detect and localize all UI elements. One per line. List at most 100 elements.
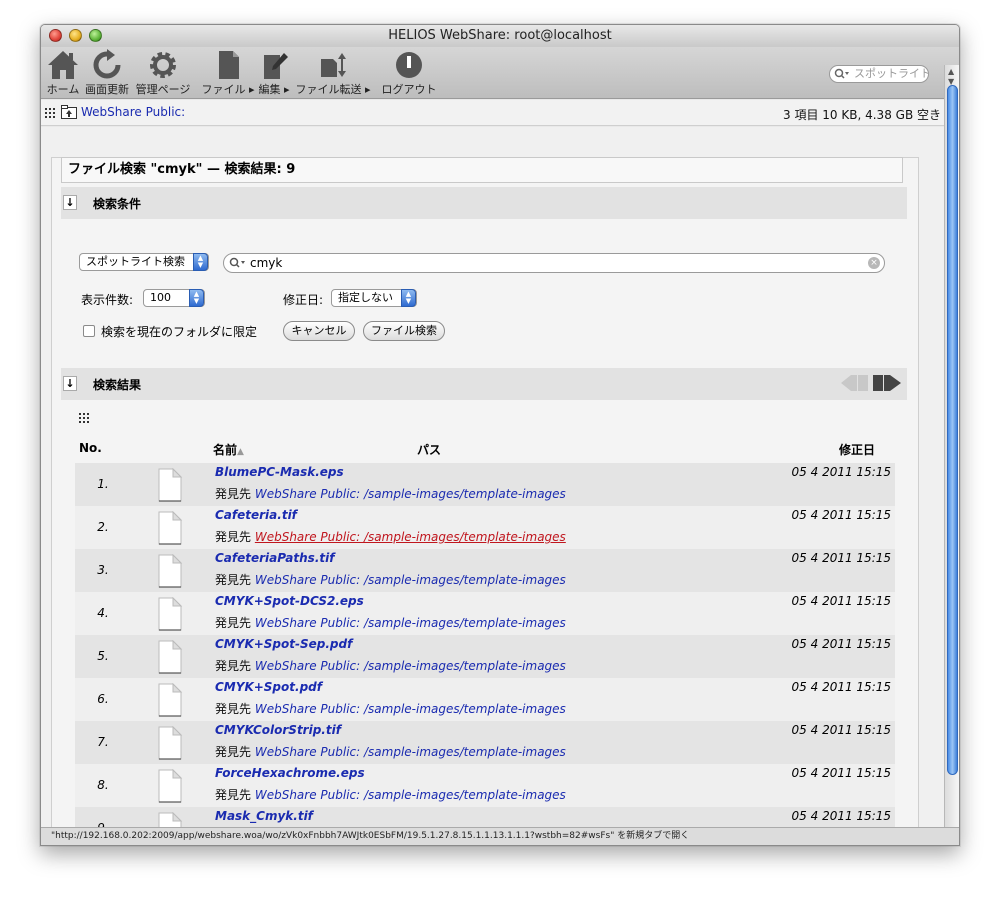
next-page-icon[interactable] bbox=[873, 375, 901, 391]
vertical-scrollbar[interactable]: ▲ ▼ bbox=[944, 65, 959, 827]
row-number: 3. bbox=[97, 563, 109, 577]
column-header-no[interactable]: No. bbox=[79, 441, 102, 455]
home-button[interactable]: ホーム bbox=[45, 49, 81, 97]
logout-button[interactable]: ログアウト bbox=[379, 49, 439, 97]
found-path-link[interactable]: WebShare Public: /sample-images/template… bbox=[255, 530, 566, 544]
refresh-icon bbox=[93, 49, 121, 79]
table-row[interactable]: 9.Mask_Cmyk.tif発見先 WebShare Public: /sam… bbox=[75, 807, 895, 829]
search-icon bbox=[834, 68, 849, 79]
found-location: 発見先 WebShare Public: /sample-images/temp… bbox=[215, 786, 566, 803]
status-bar: "http://192.168.0.202:2009/app/webshare.… bbox=[41, 827, 959, 845]
file-icon[interactable] bbox=[157, 683, 183, 717]
file-search-button[interactable]: ファイル検索 bbox=[363, 321, 445, 341]
collapse-criteria-button[interactable]: ↓ bbox=[63, 195, 77, 210]
file-transfer-icon bbox=[321, 53, 346, 77]
found-prefix: 発見先 bbox=[215, 616, 252, 630]
file-name-link[interactable]: BlumePC-Mask.eps bbox=[215, 465, 344, 479]
modified-date: 05 4 2011 15:15 bbox=[791, 766, 891, 780]
file-icon[interactable] bbox=[157, 640, 183, 674]
file-menu-button[interactable]: ファイル ▸ bbox=[201, 49, 255, 97]
minimize-window-button[interactable] bbox=[69, 29, 82, 42]
file-icon[interactable] bbox=[157, 769, 183, 803]
table-row[interactable]: 2. Cafeteria.tif 発見先 WebShare Public: /sam… bbox=[75, 506, 895, 549]
table-row[interactable]: 6. CMYK+Spot.pdf 発見先 WebShare Public: /sam… bbox=[75, 678, 895, 721]
column-header-date[interactable]: 修正日 bbox=[839, 441, 875, 458]
cancel-button[interactable]: キャンセル bbox=[283, 321, 355, 341]
home-icon bbox=[48, 51, 78, 79]
file-name-link[interactable]: Mask_Cmyk.tif bbox=[215, 809, 313, 823]
column-header-path[interactable]: パス bbox=[417, 441, 441, 458]
found-location: 発見先 WebShare Public: /sample-images/temp… bbox=[215, 571, 566, 588]
scroll-up-icon[interactable]: ▲ bbox=[948, 67, 954, 76]
limit-folder-checkbox[interactable] bbox=[83, 325, 95, 337]
row-number: 5. bbox=[97, 649, 109, 663]
stepper-arrows-icon: ▲ ▼ bbox=[193, 253, 208, 271]
file-name-link[interactable]: Cafeteria.tif bbox=[215, 508, 297, 522]
grid-view-icon[interactable] bbox=[45, 108, 55, 118]
count-select[interactable]: 100 ▲ ▼ bbox=[143, 289, 205, 307]
found-prefix: 発見先 bbox=[215, 530, 252, 544]
modified-date: 05 4 2011 15:15 bbox=[791, 637, 891, 651]
table-row[interactable]: 1. BlumePC-Mask.eps 発見先 WebShare Public: /… bbox=[75, 463, 895, 506]
file-name-link[interactable]: CMYK+Spot-DCS2.eps bbox=[215, 594, 364, 608]
results-section-bar: ↓ 検索結果 bbox=[61, 368, 907, 400]
toolbar-search-input[interactable]: スポットライト bbox=[829, 65, 929, 83]
query-input[interactable]: cmyk × bbox=[223, 253, 885, 273]
table-row[interactable]: 5. CMYK+Spot-Sep.pdf 発見先 WebShare Public: … bbox=[75, 635, 895, 678]
file-icon[interactable] bbox=[157, 726, 183, 760]
column-header-name[interactable]: 名前▲ bbox=[213, 441, 244, 458]
modified-date: 05 4 2011 15:15 bbox=[791, 809, 891, 823]
file-icon[interactable] bbox=[157, 468, 183, 502]
stepper-arrows-icon: ▲ ▼ bbox=[189, 289, 204, 307]
file-name-link[interactable]: CafeteriaPaths.tif bbox=[215, 551, 334, 565]
found-path-link[interactable]: WebShare Public: /sample-images/template… bbox=[255, 487, 566, 501]
grid-view-icon[interactable] bbox=[79, 413, 89, 423]
found-path-link[interactable]: WebShare Public: /sample-images/template… bbox=[255, 702, 566, 716]
edit-menu-button[interactable]: 編集 ▸ bbox=[257, 49, 291, 97]
file-name-link[interactable]: CMYKColorStrip.tif bbox=[215, 723, 341, 737]
title-bar: HELIOS WebShare: root@localhost bbox=[41, 25, 959, 47]
zoom-window-button[interactable] bbox=[89, 29, 102, 42]
row-number: 1. bbox=[97, 477, 109, 491]
table-row[interactable]: 8. ForceHexachrome.eps 発見先 WebShare Public… bbox=[75, 764, 895, 807]
found-path-link[interactable]: WebShare Public: /sample-images/template… bbox=[255, 573, 566, 587]
modified-date: 05 4 2011 15:15 bbox=[791, 594, 891, 608]
admin-button[interactable]: 管理ページ bbox=[135, 49, 191, 97]
count-label: 表示件数: bbox=[81, 293, 134, 307]
edit-icon bbox=[264, 53, 288, 79]
found-location: 発見先 WebShare Public: /sample-images/temp… bbox=[215, 657, 566, 674]
clear-search-icon[interactable]: × bbox=[868, 257, 880, 269]
row-number: 4. bbox=[97, 606, 109, 620]
found-location: 発見先 WebShare Public: /sample-images/temp… bbox=[215, 743, 566, 760]
scrollbar-thumb[interactable] bbox=[947, 85, 958, 775]
file-name-link[interactable]: CMYK+Spot.pdf bbox=[215, 680, 322, 694]
logout-icon bbox=[396, 52, 422, 78]
found-path-link[interactable]: WebShare Public: /sample-images/template… bbox=[255, 745, 566, 759]
file-icon[interactable] bbox=[157, 597, 183, 631]
search-type-select[interactable]: スポットライト検索 ▲ ▼ bbox=[79, 253, 209, 271]
modified-select[interactable]: 指定しない ▲ ▼ bbox=[331, 289, 417, 307]
found-location: 発見先 WebShare Public: /sample-images/temp… bbox=[215, 485, 566, 502]
refresh-button[interactable]: 画面更新 bbox=[83, 49, 131, 97]
table-row[interactable]: 4. CMYK+Spot-DCS2.eps 発見先 WebShare Public:… bbox=[75, 592, 895, 635]
found-prefix: 発見先 bbox=[215, 573, 252, 587]
file-transfer-button[interactable]: ファイル転送 ▸ bbox=[295, 49, 371, 97]
row-number: 6. bbox=[97, 692, 109, 706]
file-name-link[interactable]: ForceHexachrome.eps bbox=[215, 766, 365, 780]
current-location-link[interactable]: WebShare Public: bbox=[81, 105, 185, 119]
table-row[interactable]: 7. CMYKColorStrip.tif 発見先 WebShare Public:… bbox=[75, 721, 895, 764]
table-row[interactable]: 3. CafeteriaPaths.tif 発見先 WebShare Public:… bbox=[75, 549, 895, 592]
parent-folder-icon[interactable] bbox=[61, 105, 77, 119]
folder-info: 3 項目 10 KB, 4.38 GB 空き bbox=[783, 108, 941, 122]
found-path-link[interactable]: WebShare Public: /sample-images/template… bbox=[255, 788, 566, 802]
file-icon[interactable] bbox=[157, 511, 183, 545]
first-page-icon[interactable] bbox=[841, 375, 868, 391]
close-window-button[interactable] bbox=[49, 29, 62, 42]
modified-date: 05 4 2011 15:15 bbox=[791, 465, 891, 479]
collapse-results-button[interactable]: ↓ bbox=[63, 376, 77, 391]
found-path-link[interactable]: WebShare Public: /sample-images/template… bbox=[255, 616, 566, 630]
file-name-link[interactable]: CMYK+Spot-Sep.pdf bbox=[215, 637, 352, 651]
file-icon[interactable] bbox=[157, 554, 183, 588]
row-number: 8. bbox=[97, 778, 109, 792]
found-path-link[interactable]: WebShare Public: /sample-images/template… bbox=[255, 659, 566, 673]
